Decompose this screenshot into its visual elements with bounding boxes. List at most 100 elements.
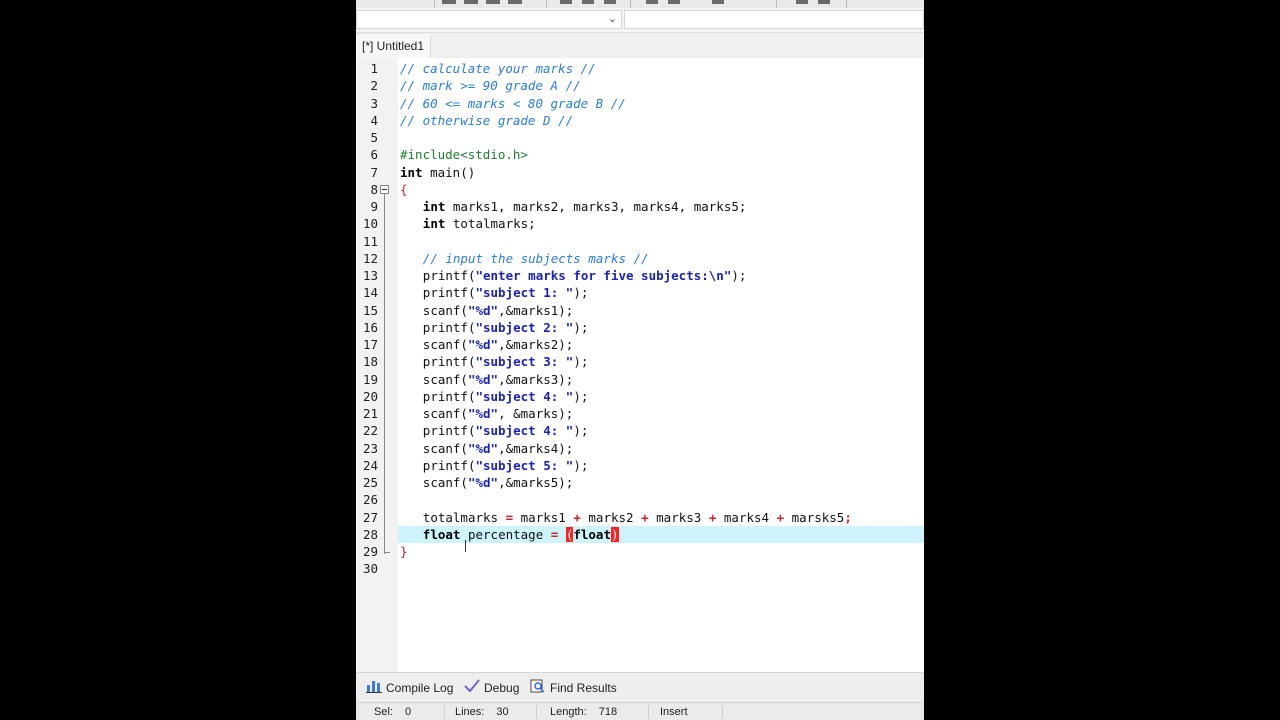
code-line: { bbox=[400, 182, 408, 197]
find-icon bbox=[530, 678, 546, 698]
keyword: float bbox=[422, 526, 461, 542]
bottom-panel-tabs: Compile Log Debug Find Results bbox=[356, 672, 924, 703]
fold-toggle-icon[interactable] bbox=[380, 184, 389, 194]
tab-compile-log[interactable]: Compile Log bbox=[366, 678, 453, 698]
line-number: 27 bbox=[362, 509, 378, 525]
toolbar-button[interactable] bbox=[712, 0, 724, 4]
code-text: marks1, marks2, marks3, marks4, marks5; bbox=[445, 199, 747, 214]
code-text: marks4 bbox=[513, 440, 559, 456]
bar-chart-icon bbox=[366, 678, 382, 698]
code-text: marks2 bbox=[588, 509, 634, 525]
fold-guide-line bbox=[384, 193, 385, 554]
toolbar-button[interactable] bbox=[486, 0, 500, 4]
tab-label: Debug bbox=[484, 681, 520, 695]
line-number: 3 bbox=[370, 95, 378, 111]
code-line: #include<stdio.h> bbox=[400, 147, 528, 162]
string-literal: "%d" bbox=[467, 406, 499, 421]
toolbar-button[interactable] bbox=[560, 0, 572, 4]
tab-find-results[interactable]: Find Results bbox=[530, 678, 617, 698]
operator: = bbox=[550, 526, 559, 542]
code-line: int main() bbox=[400, 165, 475, 180]
fold-guide-end bbox=[384, 552, 390, 553]
code-text: ); bbox=[573, 354, 589, 370]
code-text: ,& bbox=[498, 302, 514, 318]
code-text: ); bbox=[558, 406, 574, 421]
scope-dropdown[interactable]: ⌄ bbox=[356, 10, 622, 29]
line-number: 30 bbox=[362, 561, 378, 577]
toolbar-button[interactable] bbox=[646, 0, 658, 4]
toolbar-button[interactable] bbox=[604, 0, 616, 4]
code-text: ,& bbox=[498, 475, 514, 490]
code-text: ,& bbox=[498, 371, 514, 387]
toolbar-button[interactable] bbox=[464, 0, 478, 4]
code-text: ); bbox=[573, 423, 589, 439]
code-line: scanf("%d",&marks2); bbox=[423, 337, 574, 352]
symbol-dropdown[interactable] bbox=[624, 10, 924, 29]
keyword: int bbox=[400, 164, 423, 180]
code-editor[interactable]: 1 2 3 4 5 6 7 8 9 10 11 12 13 14 15 16 1… bbox=[356, 58, 924, 672]
code-line: // calculate your marks // bbox=[400, 61, 596, 76]
status-divider bbox=[648, 705, 649, 719]
string-literal: "subject 5: " bbox=[475, 457, 574, 473]
comment: // otherwise grade D // bbox=[400, 112, 574, 128]
code-line: scanf("%d",&marks4); bbox=[423, 441, 574, 456]
toolbar-button[interactable] bbox=[508, 0, 522, 4]
code-line: totalmarks = marks1 + marks2 + marks3 + … bbox=[423, 510, 852, 525]
string-literal: "subject 4: " bbox=[475, 423, 574, 439]
code-text: ); bbox=[573, 319, 589, 335]
line-number: 28 bbox=[362, 526, 378, 542]
line-number: 7 bbox=[370, 164, 378, 180]
chevron-down-icon[interactable]: ⌄ bbox=[608, 12, 617, 25]
toolbar-button[interactable] bbox=[668, 0, 680, 4]
code-text: totalmarks bbox=[422, 509, 499, 525]
line-number: 1 bbox=[370, 61, 378, 76]
line-number: 29 bbox=[362, 544, 378, 559]
tab-label: Compile Log bbox=[386, 681, 454, 695]
line-number: 18 bbox=[362, 354, 378, 370]
tab-untitled1[interactable]: [*] Untitled1 bbox=[356, 35, 432, 58]
code-line: printf("subject 4: "); bbox=[423, 389, 589, 404]
keyword: int bbox=[422, 199, 446, 214]
code-text: , & bbox=[498, 406, 521, 421]
string-literal: "%d" bbox=[467, 440, 499, 456]
code-text: printf( bbox=[422, 285, 476, 301]
code-text: totalmarks; bbox=[445, 216, 536, 232]
string-literal: "%d" bbox=[467, 337, 499, 352]
line-number: 17 bbox=[362, 337, 378, 352]
line-number: 21 bbox=[362, 406, 378, 421]
tab-debug[interactable]: Debug bbox=[464, 678, 519, 698]
code-text: scanf( bbox=[422, 371, 468, 387]
toolbar-button[interactable] bbox=[796, 0, 808, 4]
string-literal: "subject 1: " bbox=[475, 285, 574, 301]
i-beam-cursor bbox=[465, 540, 466, 552]
line-number: 11 bbox=[362, 233, 378, 249]
code-line: printf("subject 2: "); bbox=[423, 320, 589, 335]
line-number: 25 bbox=[362, 475, 378, 490]
code-text: ); bbox=[573, 457, 589, 473]
toolbar-button[interactable] bbox=[582, 0, 594, 4]
code-text: marks3 bbox=[513, 371, 559, 387]
status-insert-mode[interactable]: Insert bbox=[660, 706, 688, 718]
toolbar-divider bbox=[776, 0, 777, 8]
operator: ; bbox=[844, 509, 852, 525]
code-text: percentage bbox=[460, 526, 551, 542]
code-line: printf("subject 4: "); bbox=[423, 423, 589, 438]
code-line: // otherwise grade D // bbox=[400, 113, 573, 128]
tab-label: Find Results bbox=[550, 681, 617, 695]
code-line: printf("subject 3: "); bbox=[423, 354, 589, 369]
toolbar-divider bbox=[546, 0, 547, 8]
code-text: ); bbox=[558, 475, 574, 490]
code-text: printf( bbox=[422, 268, 476, 283]
code-text: ); bbox=[731, 268, 747, 283]
code-line: printf("subject 5: "); bbox=[423, 458, 589, 473]
comment: // 60 <= marks < 80 grade B // bbox=[400, 95, 626, 111]
string-literal: "enter marks for five subjects:\n" bbox=[475, 268, 732, 283]
code-text: marks5 bbox=[513, 475, 559, 490]
string-literal: "subject 4: " bbox=[475, 388, 574, 404]
code-text: printf( bbox=[422, 388, 476, 404]
toolbar-button[interactable] bbox=[442, 0, 456, 4]
line-number: 9 bbox=[370, 199, 378, 214]
code-text: scanf( bbox=[422, 406, 468, 421]
code-text: ,& bbox=[498, 337, 514, 352]
toolbar-button[interactable] bbox=[818, 0, 830, 4]
